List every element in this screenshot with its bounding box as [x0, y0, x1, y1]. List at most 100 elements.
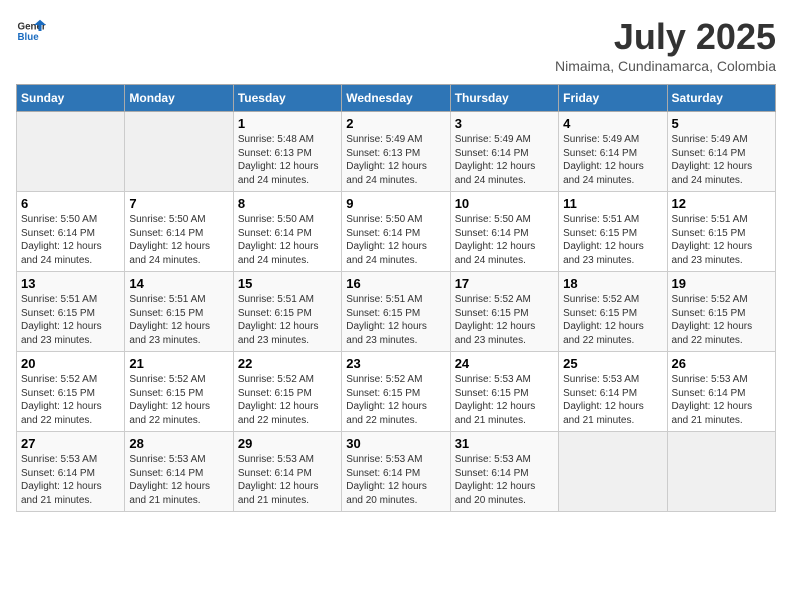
subtitle: Nimaima, Cundinamarca, Colombia: [555, 58, 776, 74]
weekday-header-sunday: Sunday: [17, 85, 125, 112]
day-number: 23: [346, 356, 445, 371]
day-info: Sunrise: 5:52 AM Sunset: 6:15 PM Dayligh…: [672, 293, 771, 347]
day-info: Sunrise: 5:53 AM Sunset: 6:14 PM Dayligh…: [346, 453, 445, 507]
day-info: Sunrise: 5:52 AM Sunset: 6:15 PM Dayligh…: [346, 373, 445, 427]
day-number: 1: [238, 116, 337, 131]
calendar-cell: 6Sunrise: 5:50 AM Sunset: 6:14 PM Daylig…: [17, 192, 125, 272]
day-info: Sunrise: 5:50 AM Sunset: 6:14 PM Dayligh…: [238, 213, 337, 267]
day-info: Sunrise: 5:53 AM Sunset: 6:14 PM Dayligh…: [672, 373, 771, 427]
day-number: 30: [346, 436, 445, 451]
day-info: Sunrise: 5:49 AM Sunset: 6:14 PM Dayligh…: [672, 133, 771, 187]
day-number: 18: [563, 276, 662, 291]
calendar-cell: 16 Sunrise: 5:51 AM Sunset: 6:15 PM Dayli…: [342, 272, 450, 352]
weekday-header-wednesday: Wednesday: [342, 85, 450, 112]
day-info: Sunrise: 5:53 AM Sunset: 6:14 PM Dayligh…: [455, 453, 554, 507]
main-title: July 2025: [555, 16, 776, 58]
day-info: Sunrise: 5:53 AM Sunset: 6:15 PM Dayligh…: [455, 373, 554, 427]
calendar-cell: 31Sunrise: 5:53 AM Sunset: 6:14 PM Dayli…: [450, 432, 558, 512]
calendar-cell: 7Sunrise: 5:50 AM Sunset: 6:14 PM Daylig…: [125, 192, 233, 272]
calendar-cell: 25 Sunrise: 5:53 AM Sunset: 6:14 PM Dayli…: [559, 352, 667, 432]
day-info: Sunrise: 5:49 AM Sunset: 6:14 PM Dayligh…: [563, 133, 662, 187]
weekday-header-friday: Friday: [559, 85, 667, 112]
day-number: 22: [238, 356, 337, 371]
calendar-cell: 27Sunrise: 5:53 AM Sunset: 6:14 PM Dayli…: [17, 432, 125, 512]
calendar-cell: 24 Sunrise: 5:53 AM Sunset: 6:15 PM Dayli…: [450, 352, 558, 432]
calendar-cell: 21Sunrise: 5:52 AM Sunset: 6:15 PM Dayli…: [125, 352, 233, 432]
calendar-table: SundayMondayTuesdayWednesdayThursdayFrid…: [16, 84, 776, 512]
calendar-cell: 1 Sunrise: 5:48 AM Sunset: 6:13 PM Daylig…: [233, 112, 341, 192]
calendar-week-1: 1 Sunrise: 5:48 AM Sunset: 6:13 PM Daylig…: [17, 112, 776, 192]
day-info: Sunrise: 5:53 AM Sunset: 6:14 PM Dayligh…: [563, 373, 662, 427]
calendar-cell: [559, 432, 667, 512]
day-number: 3: [455, 116, 554, 131]
page-header: General Blue July 2025 Nimaima, Cundinam…: [16, 16, 776, 74]
calendar-cell: [667, 432, 775, 512]
logo-icon: General Blue: [16, 16, 46, 46]
day-number: 20: [21, 356, 120, 371]
day-info: Sunrise: 5:52 AM Sunset: 6:15 PM Dayligh…: [238, 373, 337, 427]
day-info: Sunrise: 5:51 AM Sunset: 6:15 PM Dayligh…: [563, 213, 662, 267]
day-number: 25: [563, 356, 662, 371]
day-info: Sunrise: 5:51 AM Sunset: 6:15 PM Dayligh…: [238, 293, 337, 347]
day-info: Sunrise: 5:51 AM Sunset: 6:15 PM Dayligh…: [21, 293, 120, 347]
day-number: 12: [672, 196, 771, 211]
day-info: Sunrise: 5:52 AM Sunset: 6:15 PM Dayligh…: [21, 373, 120, 427]
day-number: 4: [563, 116, 662, 131]
weekday-header-saturday: Saturday: [667, 85, 775, 112]
day-info: Sunrise: 5:49 AM Sunset: 6:14 PM Dayligh…: [455, 133, 554, 187]
calendar-cell: 17Sunrise: 5:52 AM Sunset: 6:15 PM Dayli…: [450, 272, 558, 352]
day-info: Sunrise: 5:53 AM Sunset: 6:14 PM Dayligh…: [129, 453, 228, 507]
day-number: 5: [672, 116, 771, 131]
day-number: 29: [238, 436, 337, 451]
day-info: Sunrise: 5:50 AM Sunset: 6:14 PM Dayligh…: [455, 213, 554, 267]
calendar-cell: 9 Sunrise: 5:50 AM Sunset: 6:14 PM Daylig…: [342, 192, 450, 272]
calendar-cell: 12 Sunrise: 5:51 AM Sunset: 6:15 PM Dayli…: [667, 192, 775, 272]
day-info: Sunrise: 5:50 AM Sunset: 6:14 PM Dayligh…: [129, 213, 228, 267]
day-number: 9: [346, 196, 445, 211]
day-info: Sunrise: 5:51 AM Sunset: 6:15 PM Dayligh…: [346, 293, 445, 347]
calendar-cell: 23 Sunrise: 5:52 AM Sunset: 6:15 PM Dayli…: [342, 352, 450, 432]
day-number: 24: [455, 356, 554, 371]
day-info: Sunrise: 5:51 AM Sunset: 6:15 PM Dayligh…: [672, 213, 771, 267]
calendar-cell: 22 Sunrise: 5:52 AM Sunset: 6:15 PM Dayli…: [233, 352, 341, 432]
weekday-header-tuesday: Tuesday: [233, 85, 341, 112]
day-info: Sunrise: 5:51 AM Sunset: 6:15 PM Dayligh…: [129, 293, 228, 347]
calendar-week-2: 6Sunrise: 5:50 AM Sunset: 6:14 PM Daylig…: [17, 192, 776, 272]
calendar-cell: 8 Sunrise: 5:50 AM Sunset: 6:14 PM Daylig…: [233, 192, 341, 272]
calendar-cell: 18 Sunrise: 5:52 AM Sunset: 6:15 PM Dayli…: [559, 272, 667, 352]
day-number: 21: [129, 356, 228, 371]
weekday-header-monday: Monday: [125, 85, 233, 112]
calendar-cell: 28 Sunrise: 5:53 AM Sunset: 6:14 PM Dayli…: [125, 432, 233, 512]
day-number: 10: [455, 196, 554, 211]
calendar-cell: 11 Sunrise: 5:51 AM Sunset: 6:15 PM Dayli…: [559, 192, 667, 272]
day-number: 28: [129, 436, 228, 451]
calendar-cell: 10 Sunrise: 5:50 AM Sunset: 6:14 PM Dayli…: [450, 192, 558, 272]
day-number: 16: [346, 276, 445, 291]
day-info: Sunrise: 5:52 AM Sunset: 6:15 PM Dayligh…: [455, 293, 554, 347]
calendar-cell: 19 Sunrise: 5:52 AM Sunset: 6:15 PM Dayli…: [667, 272, 775, 352]
calendar-cell: 30 Sunrise: 5:53 AM Sunset: 6:14 PM Dayli…: [342, 432, 450, 512]
calendar-cell: 20 Sunrise: 5:52 AM Sunset: 6:15 PM Dayli…: [17, 352, 125, 432]
day-number: 15: [238, 276, 337, 291]
day-number: 8: [238, 196, 337, 211]
logo: General Blue: [16, 16, 46, 46]
day-number: 19: [672, 276, 771, 291]
calendar-week-3: 13 Sunrise: 5:51 AM Sunset: 6:15 PM Dayli…: [17, 272, 776, 352]
calendar-cell: 14Sunrise: 5:51 AM Sunset: 6:15 PM Dayli…: [125, 272, 233, 352]
calendar-cell: 13 Sunrise: 5:51 AM Sunset: 6:15 PM Dayli…: [17, 272, 125, 352]
calendar-week-4: 20 Sunrise: 5:52 AM Sunset: 6:15 PM Dayli…: [17, 352, 776, 432]
svg-text:Blue: Blue: [18, 32, 40, 43]
calendar-cell: 4 Sunrise: 5:49 AM Sunset: 6:14 PM Daylig…: [559, 112, 667, 192]
day-info: Sunrise: 5:50 AM Sunset: 6:14 PM Dayligh…: [346, 213, 445, 267]
title-area: July 2025 Nimaima, Cundinamarca, Colombi…: [555, 16, 776, 74]
day-number: 13: [21, 276, 120, 291]
calendar-cell: 2Sunrise: 5:49 AM Sunset: 6:13 PM Daylig…: [342, 112, 450, 192]
day-number: 11: [563, 196, 662, 211]
day-number: 26: [672, 356, 771, 371]
day-info: Sunrise: 5:52 AM Sunset: 6:15 PM Dayligh…: [563, 293, 662, 347]
calendar-cell: [17, 112, 125, 192]
calendar-cell: 29 Sunrise: 5:53 AM Sunset: 6:14 PM Dayli…: [233, 432, 341, 512]
day-info: Sunrise: 5:49 AM Sunset: 6:13 PM Dayligh…: [346, 133, 445, 187]
day-info: Sunrise: 5:53 AM Sunset: 6:14 PM Dayligh…: [238, 453, 337, 507]
day-info: Sunrise: 5:48 AM Sunset: 6:13 PM Dayligh…: [238, 133, 337, 187]
